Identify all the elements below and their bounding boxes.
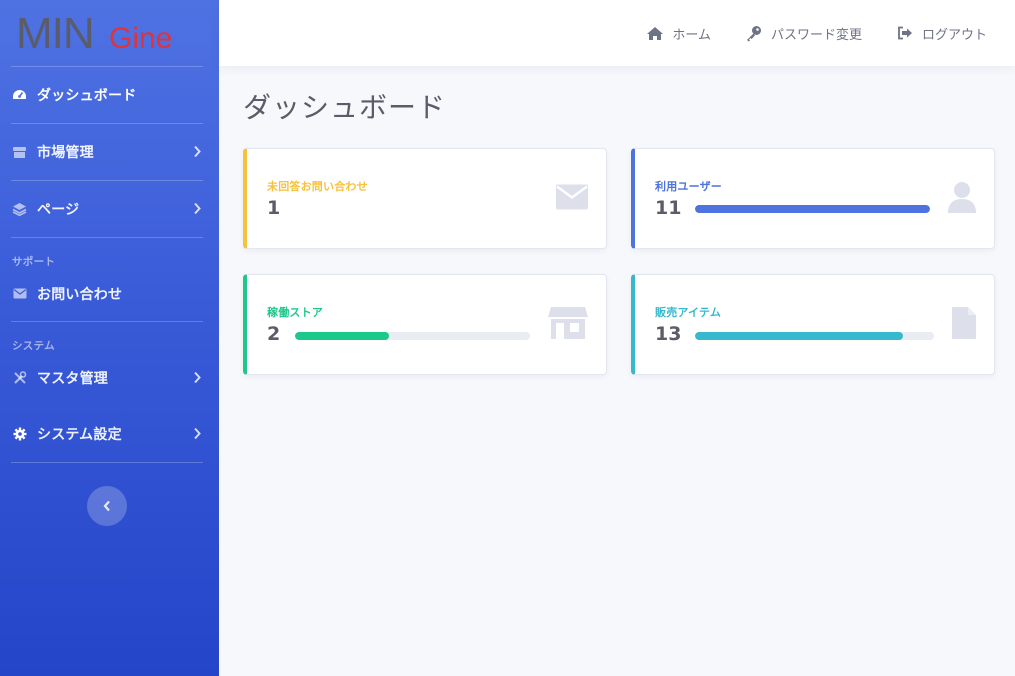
tools-icon [12,371,27,386]
progress-bar-fill [295,332,389,340]
stat-card-users[interactable]: 利用ユーザー 11 [631,148,995,249]
home-link-label: ホーム [672,27,711,43]
stat-card-title: 利用ユーザー [655,180,722,193]
sidebar-item-label: マスタ管理 [37,371,108,387]
sidebar-item-label: ダッシュボード [37,88,137,104]
stat-card-value: 1 [267,197,281,219]
chevron-right-icon [193,425,201,444]
sign-out-icon [896,24,914,42]
sidebar-item-master[interactable]: マスタ管理 [0,350,219,406]
sidebar-item-label: ページ [37,202,80,218]
change-password-link[interactable]: パスワード変更 [745,24,862,43]
sidebar-item-label: システム設定 [37,427,122,443]
stat-card-title: 稼働ストア [267,306,323,319]
user-icon [948,181,976,217]
envelope-icon [556,184,588,213]
logout-label: ログアウト [921,27,987,43]
layers-icon [12,202,27,217]
market-icon [12,145,27,160]
stat-card-value: 11 [655,197,682,219]
change-password-label: パスワード変更 [770,27,862,43]
progress-bar [295,332,530,340]
sidebar-toggle-button[interactable] [87,486,127,526]
sidebar: MIN Gine ダッシュボード 市場管理 ページ サポート お問い合わせ シス… [0,0,219,676]
sidebar-item-market[interactable]: 市場管理 [0,124,219,180]
sidebar-item-pages[interactable]: ページ [0,181,219,237]
progress-bar [695,205,930,213]
sidebar-item-system-settings[interactable]: システム設定 [0,406,219,462]
stat-card-value: 13 [655,323,682,345]
sidebar-item-dashboard[interactable]: ダッシュボード [0,67,219,123]
stat-card-items[interactable]: 販売アイテム 13 [631,274,995,375]
stat-card-unanswered-inquiries[interactable]: 未回答お問い合わせ 1 [243,148,607,249]
envelope-icon [12,286,27,301]
file-icon [952,306,976,343]
page-title: ダッシュボード [243,91,447,124]
chevron-left-icon [103,500,110,512]
stat-card-title: 販売アイテム [655,306,722,319]
sidebar-item-label: お問い合わせ [37,286,123,303]
brand-logo[interactable]: MIN Gine [0,0,219,66]
sidebar-item-label: 市場管理 [37,145,94,161]
chevron-right-icon [193,200,201,219]
progress-bar-fill [695,205,930,213]
store-icon [548,306,588,343]
progress-bar-fill [695,332,903,340]
progress-bar [695,332,934,340]
svg-text:MIN: MIN [16,10,94,56]
svg-text:Gine: Gine [109,22,172,55]
home-icon [646,24,664,42]
dashboard-icon [12,88,27,103]
key-icon [745,24,763,42]
stat-card-value: 2 [267,323,281,345]
logo-mark: MIN Gine [16,10,172,56]
stat-card-title: 未回答お問い合わせ [267,180,368,193]
chevron-right-icon [193,143,201,162]
gear-icon [12,427,27,442]
stat-card-active-stores[interactable]: 稼働ストア 2 [243,274,607,375]
chevron-right-icon [193,369,201,388]
topbar: ホーム パスワード変更 ログアウト [219,0,1015,66]
sidebar-divider [11,462,203,463]
logout-link[interactable]: ログアウト [896,24,987,43]
sidebar-item-contact[interactable]: お問い合わせ [0,266,219,321]
home-link[interactable]: ホーム [646,24,711,43]
